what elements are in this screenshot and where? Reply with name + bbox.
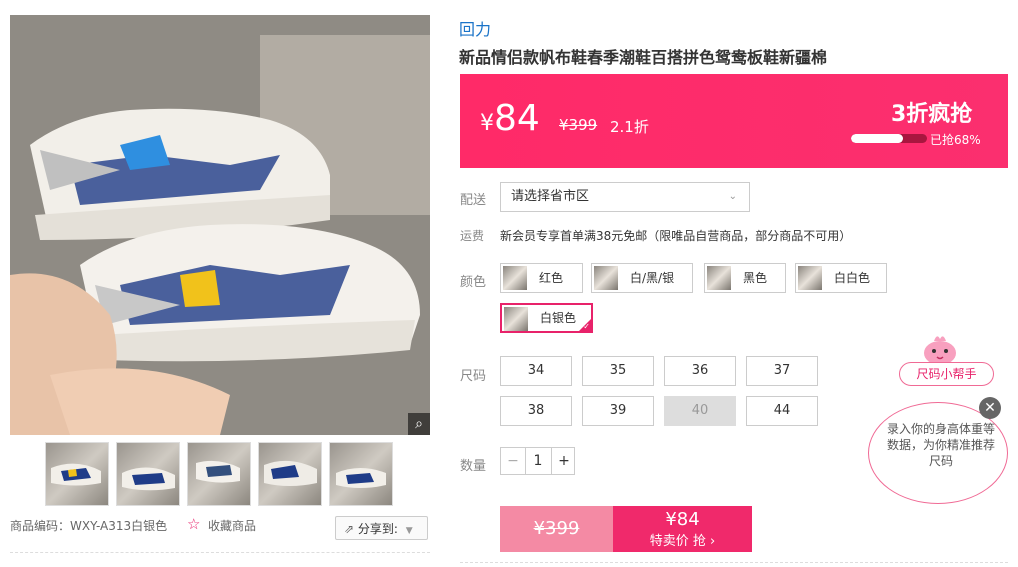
size-option[interactable]: 44 — [746, 396, 818, 426]
quantity-label: 数量 — [460, 459, 487, 474]
caret-down-icon: ▼ — [405, 526, 413, 536]
color-option[interactable]: 白白色 — [795, 263, 887, 293]
sku-code: 商品编码：WXY-A313白银色 — [10, 519, 168, 533]
color-option[interactable]: 黑色 — [704, 263, 786, 293]
share-button[interactable]: ⇗ 分享到: ▼ — [335, 516, 428, 540]
buy-cta: 特卖价 抢 › — [649, 534, 716, 549]
color-option-label: 红色 — [539, 271, 564, 285]
buy-price: ¥84 — [665, 509, 700, 530]
size-option[interactable]: 39 — [582, 396, 654, 426]
shoe-photo — [10, 15, 430, 435]
currency-symbol: ¥ — [480, 111, 494, 136]
color-option[interactable]: 白/黑/银 — [591, 263, 693, 293]
thumbnail[interactable] — [45, 442, 109, 506]
size-helper-text: 录入你的身高体重等数据，为你精准推荐尺码 — [887, 422, 996, 468]
brand-link[interactable]: 回力 — [459, 16, 491, 40]
color-option-label: 白白色 — [834, 271, 871, 285]
buy-now[interactable]: ¥84 特卖价 抢 › — [613, 506, 752, 552]
promo-title: 3折疯抢 — [891, 102, 973, 127]
color-option-label: 黑色 — [743, 271, 768, 285]
buy-old-price: ¥399 — [500, 506, 613, 552]
sold-progress-fill — [851, 134, 903, 143]
zoom-icon[interactable]: ⌕ — [408, 413, 430, 435]
color-swatch — [504, 307, 528, 331]
color-swatch — [798, 266, 822, 290]
thumbnail[interactable] — [258, 442, 322, 506]
minus-button[interactable]: − — [501, 448, 526, 474]
thumbnail[interactable] — [116, 442, 180, 506]
chevron-down-icon: ⌄ — [728, 191, 737, 202]
product-main-image[interactable]: ⌕ — [10, 15, 430, 435]
favorite-link[interactable]: 收藏商品 — [208, 517, 256, 534]
thumbnail[interactable] — [329, 442, 393, 506]
check-icon: ✓ — [583, 322, 590, 331]
quantity-stepper: − 1 + — [500, 447, 575, 475]
product-title: 新品情侣款帆布鞋春季潮鞋百搭拼色鸳鸯板鞋新疆棉 — [459, 48, 828, 67]
original-price: ¥399 — [559, 116, 598, 134]
color-swatch — [707, 266, 731, 290]
sold-progress-bar — [851, 134, 927, 143]
size-label: 尺码 — [460, 369, 487, 384]
color-swatch — [594, 266, 618, 290]
size-helper-label[interactable]: 尺码小帮手 — [899, 362, 994, 386]
color-option[interactable]: 红色 — [500, 263, 583, 293]
size-option[interactable]: 36 — [664, 356, 736, 386]
discount-rate: 2.1折 — [610, 118, 649, 136]
divider — [460, 562, 1008, 563]
close-icon[interactable]: ✕ — [979, 397, 1001, 419]
size-option[interactable]: 34 — [500, 356, 572, 386]
plus-button[interactable]: + — [551, 448, 576, 474]
mascot-icon[interactable] — [920, 333, 960, 365]
size-option[interactable]: 37 — [746, 356, 818, 386]
star-icon[interactable]: ☆ — [187, 515, 200, 533]
size-option[interactable]: 38 — [500, 396, 572, 426]
color-label: 颜色 — [460, 275, 487, 290]
divider — [10, 552, 430, 553]
region-select[interactable]: 请选择省市区 ⌄ — [500, 182, 750, 212]
color-option-label: 白/黑/银 — [630, 271, 675, 285]
thumbnail[interactable] — [187, 442, 251, 506]
size-option[interactable]: 35 — [582, 356, 654, 386]
shipping-info: 新会员专享首单满38元免邮（限唯品自营商品，部分商品不可用） — [500, 229, 852, 243]
buy-button[interactable]: ¥399 ¥84 特卖价 抢 › — [500, 506, 752, 552]
delivery-label: 配送 — [460, 193, 487, 208]
color-swatch — [503, 266, 527, 290]
share-label: 分享到: — [357, 522, 398, 536]
region-select-value: 请选择省市区 — [511, 189, 590, 204]
share-icon: ⇗ — [344, 522, 355, 536]
size-option-disabled: 40 — [664, 396, 736, 426]
sold-percent: 已抢68% — [930, 133, 981, 147]
price-value: 84 — [494, 98, 540, 139]
color-option-label: 白银色 — [540, 311, 577, 325]
current-price: ¥84 — [480, 98, 540, 139]
quantity-input[interactable]: 1 — [526, 448, 550, 474]
color-option-selected[interactable]: 白银色 ✓ — [500, 303, 593, 333]
shipping-label: 运费 — [460, 229, 485, 243]
